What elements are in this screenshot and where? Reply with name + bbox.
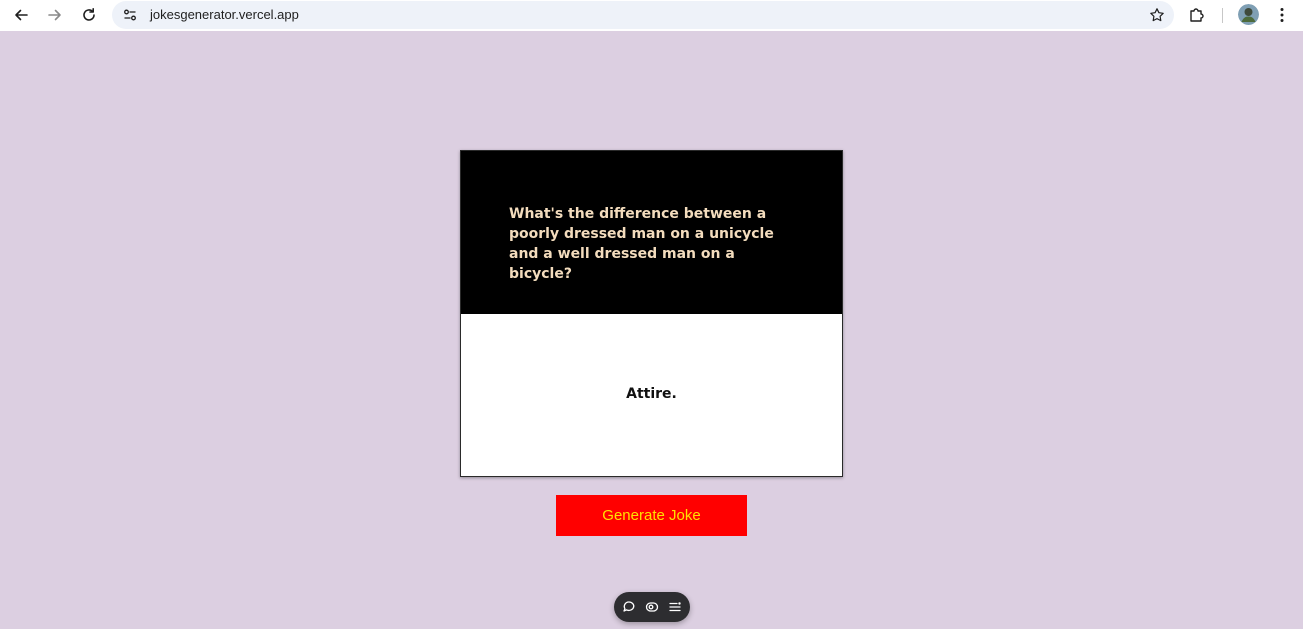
browser-toolbar: jokesgenerator.vercel.app bbox=[0, 0, 1303, 31]
profile-avatar-icon bbox=[1238, 4, 1259, 25]
menu-list-button[interactable] bbox=[667, 599, 683, 615]
kebab-menu-icon bbox=[1280, 8, 1284, 22]
puzzle-icon bbox=[1190, 8, 1204, 22]
site-controls-icon bbox=[124, 9, 136, 21]
toolbar-divider bbox=[1222, 8, 1223, 23]
reload-icon bbox=[83, 8, 95, 21]
forward-button[interactable] bbox=[44, 4, 66, 26]
joke-punchline: Attire. bbox=[626, 386, 677, 402]
extensions-button[interactable] bbox=[1186, 4, 1208, 26]
comment-icon bbox=[623, 601, 635, 612]
joke-setup: What's the difference between a poorly d… bbox=[509, 206, 774, 282]
generate-joke-button[interactable]: Generate Joke bbox=[556, 495, 747, 536]
joke-card: What's the difference between a poorly d… bbox=[460, 150, 843, 477]
menu-list-icon bbox=[669, 602, 681, 612]
comment-button[interactable] bbox=[621, 599, 637, 615]
avatar[interactable] bbox=[1238, 4, 1259, 25]
star-icon bbox=[1150, 8, 1164, 22]
joke-punchline-panel: Attire. bbox=[461, 314, 842, 476]
site-info-button[interactable] bbox=[120, 5, 140, 25]
joke-setup-panel: What's the difference between a poorly d… bbox=[461, 151, 842, 314]
address-bar[interactable]: jokesgenerator.vercel.app bbox=[112, 1, 1174, 29]
url-text[interactable]: jokesgenerator.vercel.app bbox=[150, 7, 299, 22]
back-button[interactable] bbox=[10, 4, 32, 26]
view-icon bbox=[645, 602, 659, 612]
view-button[interactable] bbox=[644, 599, 660, 615]
reload-button[interactable] bbox=[78, 4, 100, 26]
browser-menu-button[interactable] bbox=[1273, 4, 1291, 26]
arrow-left-icon bbox=[15, 9, 28, 21]
arrow-right-icon bbox=[48, 9, 61, 21]
floating-toolbar bbox=[614, 592, 690, 622]
bookmark-button[interactable] bbox=[1147, 5, 1167, 25]
